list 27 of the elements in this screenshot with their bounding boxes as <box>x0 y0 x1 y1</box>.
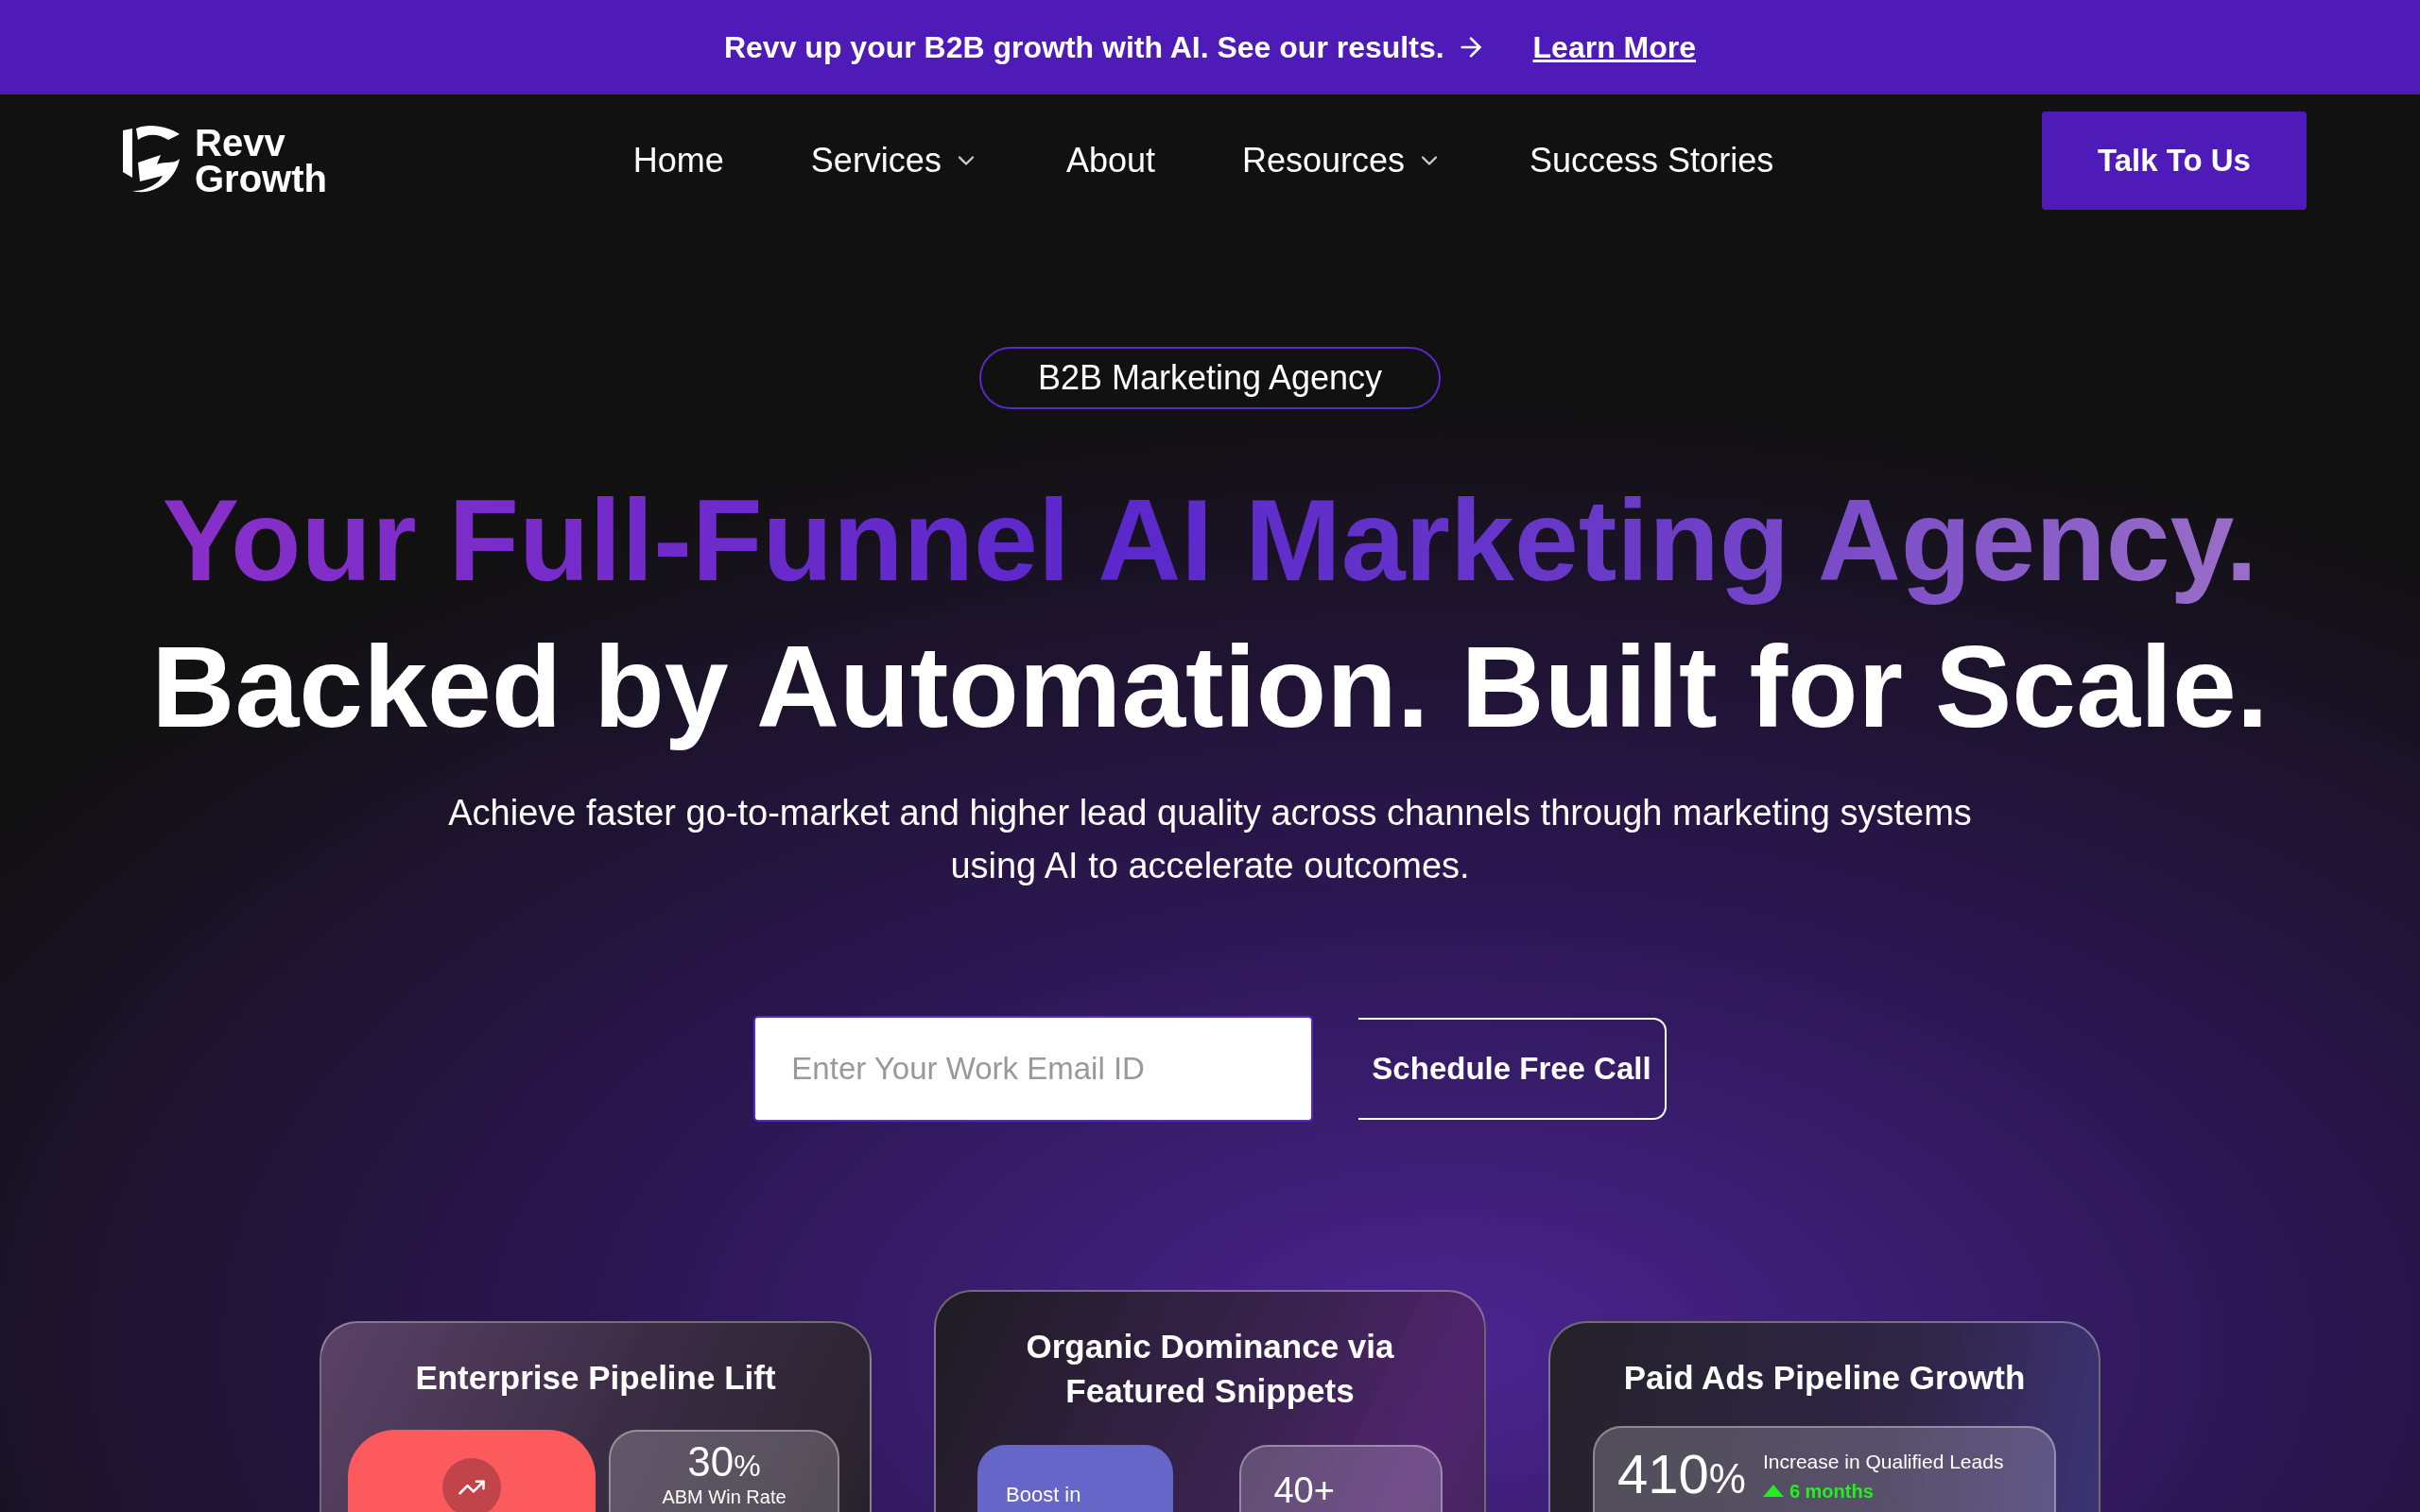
nav-link[interactable]: Home <box>632 135 724 186</box>
headline: Backed by Automation. Built for Scale. <box>151 621 2269 753</box>
learn-more-link[interactable]: Learn More <box>1532 25 1697 70</box>
nav-link[interactable]: Success Stories <box>1530 135 1774 186</box>
subtitle: Achieve faster go-to-market and higher lead quality across channels through marketing systems using AI to accelerate outcomes. <box>447 791 1973 887</box>
talk-to-us-button[interactable]: Talk To Us <box>2042 112 2307 210</box>
stat-label: ABM Win Rate <box>662 1486 786 1510</box>
stat-label: Increase in Qualified Leads <box>1762 1450 2004 1475</box>
stat-value: 40+ <box>1273 1470 1335 1511</box>
stat-value: 410% <box>1617 1447 1746 1503</box>
stat-value: 30% <box>687 1441 761 1484</box>
up-triangle-icon <box>1762 1485 1784 1498</box>
stat-label: Boost in <box>1006 1483 1081 1507</box>
card-title: Enterprise Pipeline Lift <box>415 1357 776 1398</box>
nav-link[interactable]: Resources <box>1241 135 1443 186</box>
announcement-text: Revv up your B2B growth with AI. See our results. <box>723 29 1444 66</box>
agency-badge: B2B Marketing Agency <box>978 347 1442 409</box>
schedule-call-button[interactable]: Schedule Free Call <box>1358 1017 1667 1120</box>
card-title: Paid Ads Pipeline Growth <box>1623 1357 2026 1398</box>
nav-link[interactable]: Services <box>810 135 979 186</box>
logo-text: Growth <box>195 161 327 197</box>
nav-link[interactable]: About <box>1065 135 1155 186</box>
card-title: Organic Dominance via Featured Snippets <box>1025 1326 1395 1412</box>
logo-text: Revv <box>195 125 286 161</box>
trend-label: 6 months <box>1789 1479 1874 1503</box>
email-field[interactable]: Enter Your Work Email ID <box>753 1015 1314 1122</box>
trend-icon <box>442 1458 501 1512</box>
